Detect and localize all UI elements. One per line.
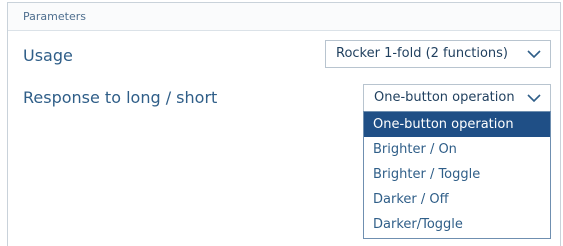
- dropdown-option[interactable]: Darker / Off: [364, 187, 550, 212]
- dropdown-option[interactable]: One-button operation: [364, 112, 550, 137]
- usage-select[interactable]: Rocker 1-fold (2 functions): [325, 40, 551, 68]
- dropdown-option[interactable]: Brighter / Toggle: [364, 162, 550, 187]
- response-select-value: One-button operation: [374, 90, 515, 105]
- panel-header: Parameters: [8, 3, 560, 31]
- panel-title: Parameters: [23, 10, 86, 23]
- usage-select-value: Rocker 1-fold (2 functions): [336, 46, 509, 61]
- response-select[interactable]: One-button operation: [363, 84, 551, 112]
- response-dropdown-list: One-button operation Brighter / On Brigh…: [363, 111, 551, 239]
- chevron-down-icon: [527, 50, 541, 59]
- chevron-down-icon: [527, 94, 541, 103]
- usage-label: Usage: [23, 46, 73, 65]
- response-label: Response to long / short: [23, 88, 218, 107]
- dropdown-option[interactable]: Brighter / On: [364, 137, 550, 162]
- dropdown-option[interactable]: Darker/Toggle: [364, 212, 550, 237]
